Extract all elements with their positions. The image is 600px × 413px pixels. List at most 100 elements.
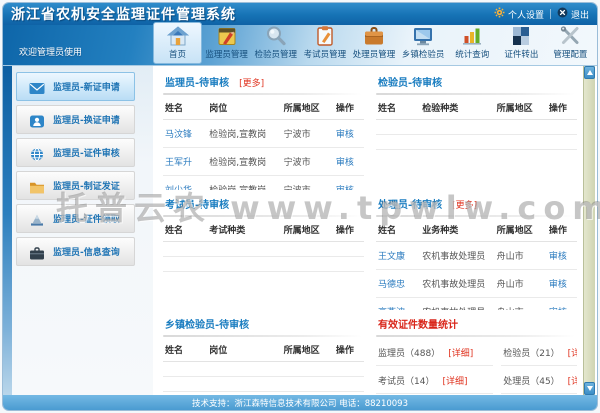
stat-label: 考试员（14） — [378, 374, 434, 387]
panel-title: 处理员-待审核 — [378, 196, 442, 211]
nav-label: 考试员管理 — [304, 48, 347, 60]
nav-item-home[interactable]: 首页 — [153, 22, 202, 64]
sidebar-item-new-certificate-application[interactable]: 监理员-新证申请 — [16, 72, 135, 101]
sidebar-item-label: 监理员-证件领取 — [53, 212, 120, 225]
person-name-link[interactable]: 王军升 — [163, 148, 207, 176]
stat-examiners: 考试员（14） [详细] — [376, 366, 493, 394]
person-name-link[interactable]: 刘少华 — [163, 176, 207, 191]
nav-item-inspector-management[interactable]: 检验员管理 — [251, 22, 300, 64]
sidebar-item-certificate-renewal-application[interactable]: 监理员-换证申请 — [16, 105, 135, 134]
nav-label: 处理员管理 — [353, 48, 396, 60]
township-table: 姓名 岗位 所属地区 操作 — [163, 338, 364, 392]
sidebar-item-label: 监理员-新证申请 — [53, 80, 120, 93]
review-link[interactable]: 审核 — [336, 130, 354, 140]
business-type-cell: 农机事故处理员 — [420, 242, 494, 270]
monitor-icon — [411, 25, 435, 47]
nav-item-certificate-transfer[interactable]: 证件转出 — [497, 22, 546, 64]
sidebar-item-label: 监理员-信息查询 — [53, 245, 120, 258]
empty-row — [163, 242, 364, 257]
panel-supervisor-pending: 监理员-待审核 [更多] 姓名 岗位 所属地区 操作 马汶 — [163, 68, 364, 190]
nav-label: 管理配置 — [553, 48, 587, 60]
sidebar-item-information-query[interactable]: 监理员-信息查询 — [16, 237, 135, 266]
personal-settings-button[interactable]: 个人设置 — [494, 7, 544, 21]
person-name-link[interactable]: 马汶锋 — [163, 120, 207, 148]
detail-link[interactable]: [详细] — [442, 374, 467, 387]
supervisor-table: 姓名 岗位 所属地区 操作 马汶锋 检验岗,宣教岗 宁波市 审核 — [163, 96, 364, 190]
chevron-down-icon — [587, 386, 593, 391]
stat-label: 处理员（45） — [503, 374, 559, 387]
table-row: 王文康 农机事故处理员 舟山市 审核 — [376, 242, 577, 270]
detail-link[interactable]: [详细] — [568, 346, 577, 359]
review-link[interactable]: 审核 — [336, 158, 354, 168]
nav-item-statistics-query[interactable]: 统计查询 — [448, 22, 497, 64]
nav-item-supervisor-management[interactable]: 监理员管理 — [202, 22, 251, 64]
nav-item-township-inspector[interactable]: 乡镇检验员 — [399, 22, 448, 64]
title-divider — [163, 215, 362, 217]
col-header: 姓名 — [376, 96, 420, 120]
main-nav: 首页 监理员管理 检验员管理 考试员管理 处理员管理 — [153, 22, 595, 64]
nav-item-handler-management[interactable]: 处理员管理 — [349, 22, 398, 64]
empty-row — [163, 377, 364, 392]
review-link[interactable]: 审核 — [549, 252, 567, 262]
post-cell: 检验岗,宣教岗 — [207, 148, 281, 176]
panel-title: 监理员-待审核 — [165, 74, 229, 89]
col-header: 岗位 — [207, 338, 281, 362]
detail-link[interactable]: [详细] — [448, 346, 473, 359]
stat-handlers: 处理员（45） [详细] — [501, 366, 577, 394]
scroll-down-button[interactable] — [584, 382, 595, 395]
stat-supervisors: 监理员（488） [详细] — [376, 338, 493, 366]
gear-icon — [494, 7, 505, 21]
col-header: 所属地区 — [282, 96, 334, 120]
sidebar-item-certificate-review[interactable]: 监理员-证件审核 — [16, 138, 135, 167]
panel-inspector-pending: 检验员-待审核 姓名 检验种类 所属地区 操作 — [376, 68, 577, 190]
chevron-up-icon — [587, 70, 593, 75]
application-window: 浙江省农机安全监理证件管理系统 个人设置 退出 欢迎管理员使用 首页 — [0, 0, 600, 413]
panel-title: 乡镇检验员-待审核 — [165, 316, 249, 331]
review-link[interactable]: 审核 — [549, 280, 567, 290]
region-cell: 舟山市 — [495, 242, 547, 270]
nav-item-examiner-management[interactable]: 考试员管理 — [300, 22, 349, 64]
sidebar-item-certificate-issuance[interactable]: 监理员-制证发证 — [16, 171, 135, 200]
more-link[interactable]: [更多] — [239, 76, 264, 89]
checkerboard-icon — [509, 25, 533, 47]
clipboard-icon — [313, 25, 337, 47]
examiner-table: 姓名 考试种类 所属地区 操作 — [163, 218, 364, 272]
nav-label: 统计查询 — [455, 48, 489, 60]
table-row: 高燕波 农机事故处理员 舟山市 审核 — [376, 298, 577, 311]
panel-valid-certificate-stats: 有效证件数量统计 监理员（488） [详细] 检验员（21） [详细] — [376, 310, 577, 395]
stats-grid: 监理员（488） [详细] 检验员（21） [详细] 考试员（14） [详细] — [376, 338, 577, 395]
detail-link[interactable]: [详细] — [568, 374, 577, 387]
sidebar-item-certificate-collection[interactable]: 监理员-证件领取 — [16, 204, 135, 233]
logout-button[interactable]: 退出 — [557, 7, 589, 21]
folder-icon — [29, 179, 45, 192]
bar-chart-icon — [460, 25, 484, 47]
vertical-scrollbar[interactable] — [583, 66, 595, 395]
col-header: 操作 — [334, 338, 364, 362]
nav-label: 证件转出 — [504, 48, 538, 60]
person-name-link[interactable]: 马德忠 — [376, 270, 420, 298]
person-name-link[interactable]: 王文康 — [376, 242, 420, 270]
briefcase-icon — [362, 25, 386, 47]
nav-label: 检验员管理 — [255, 48, 298, 60]
region-cell: 宁波市 — [282, 120, 334, 148]
col-header: 所属地区 — [282, 338, 334, 362]
status-bar: 技术支持：浙江森特信息技术有限公司 电话：88210093 — [3, 395, 597, 410]
post-cell: 检验岗,宣教岗 — [207, 176, 281, 191]
title-divider — [163, 335, 362, 337]
col-header: 姓名 — [163, 338, 207, 362]
support-info: 技术支持：浙江森特信息技术有限公司 电话：88210093 — [192, 397, 408, 409]
col-header: 姓名 — [163, 218, 207, 242]
handler-table: 姓名 业务种类 所属地区 操作 王文康 农机事故处理员 舟山市 审核 — [376, 218, 577, 310]
nav-item-management-config[interactable]: 管理配置 — [546, 22, 595, 64]
person-name-link[interactable]: 高燕波 — [376, 298, 420, 311]
panel-handler-pending: 处理员-待审核 [更多] 姓名 业务种类 所属地区 操作 — [376, 190, 577, 310]
more-link[interactable]: [更多] — [452, 198, 477, 211]
titlebar-actions: 个人设置 退出 — [494, 7, 589, 21]
scroll-up-button[interactable] — [584, 66, 595, 79]
region-cell: 舟山市 — [495, 270, 547, 298]
business-type-cell: 农机事故处理员 — [420, 298, 494, 311]
table-row: 王军升 检验岗,宣教岗 宁波市 审核 — [163, 148, 364, 176]
col-header: 姓名 — [376, 218, 420, 242]
col-header: 所属地区 — [495, 96, 547, 120]
dark-briefcase-icon — [29, 245, 45, 258]
